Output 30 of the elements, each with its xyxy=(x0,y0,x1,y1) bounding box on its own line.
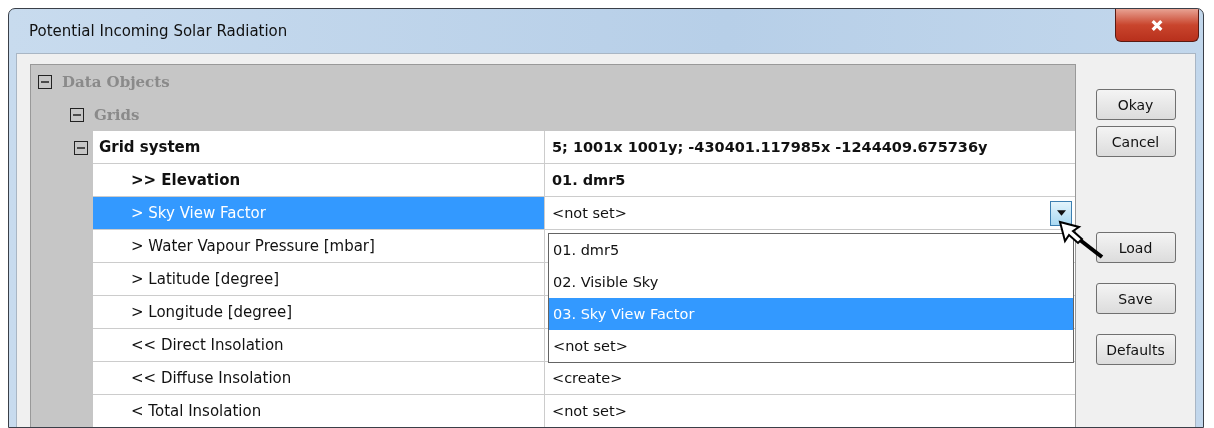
category-label: Grids xyxy=(94,105,140,124)
dialog-button[interactable]: Save xyxy=(1095,283,1176,314)
property-value: <not set> xyxy=(552,403,627,419)
property-name[interactable]: > Longitude [degree] xyxy=(93,296,545,329)
property-name[interactable]: Grid system xyxy=(93,131,545,164)
dialog-button[interactable]: Cancel xyxy=(1095,126,1176,157)
caret-icon xyxy=(1056,210,1066,216)
property-name[interactable]: << Direct Insolation xyxy=(93,329,545,362)
collapse-icon[interactable] xyxy=(38,74,52,89)
dialog-button[interactable]: Load xyxy=(1095,232,1176,263)
property-name[interactable]: > Water Vapour Pressure [mbar] xyxy=(93,230,545,263)
property-name[interactable]: > Latitude [degree] xyxy=(93,263,545,296)
close-icon xyxy=(1150,18,1164,32)
window-title: Potential Incoming Solar Radiation xyxy=(29,22,288,40)
property-value: 01. dmr5 xyxy=(552,172,626,188)
category-label: Data Objects xyxy=(62,72,170,91)
collapse-icon[interactable] xyxy=(74,140,88,155)
collapse-icon[interactable] xyxy=(70,107,84,122)
property-name[interactable]: >> Elevation xyxy=(93,164,545,197)
property-value: 5; 1001x 1001y; -430401.117985x -1244409.675736y xyxy=(552,139,988,155)
dialog-button[interactable]: Okay xyxy=(1095,89,1176,120)
dropdown-button[interactable] xyxy=(1050,200,1072,226)
property-name[interactable]: < Total Insolation xyxy=(93,395,545,427)
property-name[interactable]: << Diffuse Insolation xyxy=(93,362,545,395)
dropdown-option[interactable]: 02. Visible Sky xyxy=(549,266,1073,298)
dialog-button[interactable]: Defaults xyxy=(1095,334,1176,365)
property-value: <create> xyxy=(552,370,623,386)
dropdown-option[interactable]: 01. dmr5 xyxy=(549,234,1073,266)
close-button[interactable] xyxy=(1115,9,1199,42)
dropdown-option[interactable]: <not set> xyxy=(549,330,1073,362)
